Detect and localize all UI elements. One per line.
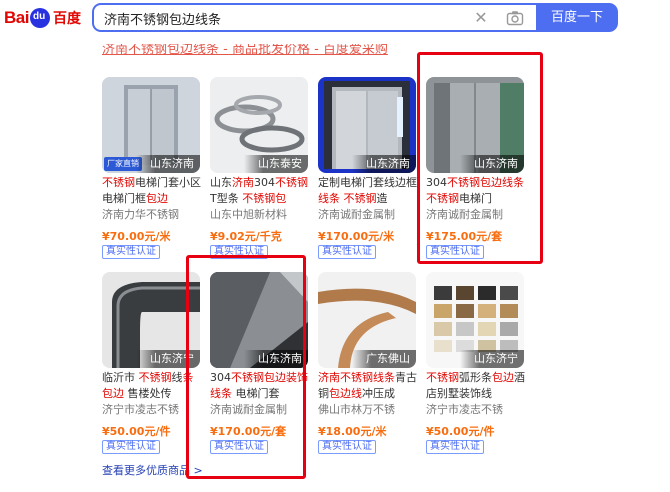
location-tag: 山东济南	[244, 350, 308, 368]
product-image[interactable]: 广东佛山	[318, 272, 416, 368]
seller-name: 山东中旭新材料	[210, 208, 287, 221]
location-tag: 山东济南	[460, 155, 524, 173]
verified-badge: 真实性认证	[318, 245, 376, 259]
product-title[interactable]: 定制电梯门套线边框线条 不锈钢造	[318, 175, 420, 207]
price: ¥50.00元/件	[426, 425, 495, 438]
price: ¥175.00元/套	[426, 230, 503, 243]
product-title[interactable]: 304不锈钢包边装饰线条 电梯门套	[210, 370, 312, 402]
close-icon[interactable]: ✕	[473, 9, 489, 27]
seller-name: 济南力华不锈钢	[102, 208, 179, 221]
product-card[interactable]: 厂家直销 山东济南 不锈钢电梯门套小区电梯门框包边 济南力华不锈钢 ¥70.00…	[102, 77, 204, 263]
price: ¥18.00元/米	[318, 425, 387, 438]
result-title-link[interactable]: 济南不锈钢包边线条 - 商品批发价格 - 百度爱采购	[102, 44, 432, 56]
location-tag: 山东济南	[352, 155, 416, 173]
product-card[interactable]: 山东济南 304不锈钢包边线条 不锈钢电梯门 济南诚耐金属制 ¥175.00元/…	[426, 77, 528, 263]
product-card[interactable]: 广东佛山 济南不锈钢线条青古铜包边线冲压成 佛山市林万不锈 ¥18.00元/米 …	[318, 272, 420, 458]
price: ¥170.00元/套	[210, 425, 287, 438]
location-tag: 山东济宁	[136, 350, 200, 368]
camera-icon[interactable]	[506, 10, 524, 26]
seller-name: 济宁市凌志不锈	[102, 403, 179, 416]
product-image[interactable]: 山东泰安	[210, 77, 308, 173]
verified-badge: 真实性认证	[426, 245, 484, 259]
location-tag: 山东济宁	[460, 350, 524, 368]
paw-icon	[29, 8, 50, 28]
product-title[interactable]: 不锈钢电梯门套小区电梯门框包边	[102, 175, 204, 207]
search-input[interactable]	[104, 9, 464, 27]
seller-name: 济南诚耐金属制	[210, 403, 287, 416]
verified-badge: 真实性认证	[102, 440, 160, 454]
product-title[interactable]: 304不锈钢包边线条 不锈钢电梯门	[426, 175, 528, 207]
product-card[interactable]: 山东济南 304不锈钢包边装饰线条 电梯门套 济南诚耐金属制 ¥170.00元/…	[210, 272, 312, 458]
product-title[interactable]: 临沂市 不锈钢线条包边 售楼处传	[102, 370, 204, 402]
price: ¥9.02元/千克	[210, 230, 282, 243]
verified-badge: 真实性认证	[102, 245, 160, 259]
product-image[interactable]: 山东济南	[318, 77, 416, 173]
product-card[interactable]: 山东泰安 山东济南304不锈钢T型条 不锈钢包 山东中旭新材料 ¥9.02元/千…	[210, 77, 312, 263]
product-title[interactable]: 山东济南304不锈钢T型条 不锈钢包	[210, 175, 312, 207]
logo-text-cn: 百度	[52, 11, 81, 27]
product-image[interactable]: 山东济宁	[102, 272, 200, 368]
seller-name: 佛山市林万不锈	[318, 403, 395, 416]
product-title[interactable]: 不锈钢弧形条包边酒店别墅装饰线	[426, 370, 528, 402]
top-bar: Bai 百度 ✕ 百度一下	[0, 0, 670, 36]
location-tag: 山东泰安	[244, 155, 308, 173]
product-title[interactable]: 济南不锈钢线条青古铜包边线冲压成	[318, 370, 420, 402]
seller-name: 济宁市凌志不锈	[426, 403, 503, 416]
price: ¥70.00元/米	[102, 230, 171, 243]
price: ¥170.00元/米	[318, 230, 395, 243]
search-button[interactable]: 百度一下	[536, 3, 618, 32]
product-image[interactable]: 山东济南	[426, 77, 524, 173]
baidu-logo[interactable]: Bai 百度	[4, 5, 81, 31]
verified-badge: 真实性认证	[210, 245, 268, 259]
product-card[interactable]: 山东济南 定制电梯门套线边框线条 不锈钢造 济南诚耐金属制 ¥170.00元/米…	[318, 77, 420, 263]
logo-text-bai: Bai	[4, 8, 29, 27]
product-image[interactable]: 厂家直销 山东济南	[102, 77, 200, 173]
product-image[interactable]: 山东济南	[210, 272, 308, 368]
verified-badge: 真实性认证	[210, 440, 268, 454]
location-tag: 山东济南	[136, 155, 200, 173]
more-products-link[interactable]: 查看更多优质商品 >	[102, 462, 203, 478]
search-box[interactable]: ✕	[92, 3, 536, 32]
verified-badge: 真实性认证	[318, 440, 376, 454]
product-image[interactable]: 山东济宁	[426, 272, 524, 368]
product-card[interactable]: 山东济宁 不锈钢弧形条包边酒店别墅装饰线 济宁市凌志不锈 ¥50.00元/件 真…	[426, 272, 528, 458]
verified-badge: 真实性认证	[426, 440, 484, 454]
location-tag: 广东佛山	[352, 350, 416, 368]
seller-name: 济南诚耐金属制	[318, 208, 395, 221]
price: ¥50.00元/件	[102, 425, 171, 438]
seller-name: 济南诚耐金属制	[426, 208, 503, 221]
product-card[interactable]: 山东济宁 临沂市 不锈钢线条包边 售楼处传 济宁市凌志不锈 ¥50.00元/件 …	[102, 272, 204, 458]
